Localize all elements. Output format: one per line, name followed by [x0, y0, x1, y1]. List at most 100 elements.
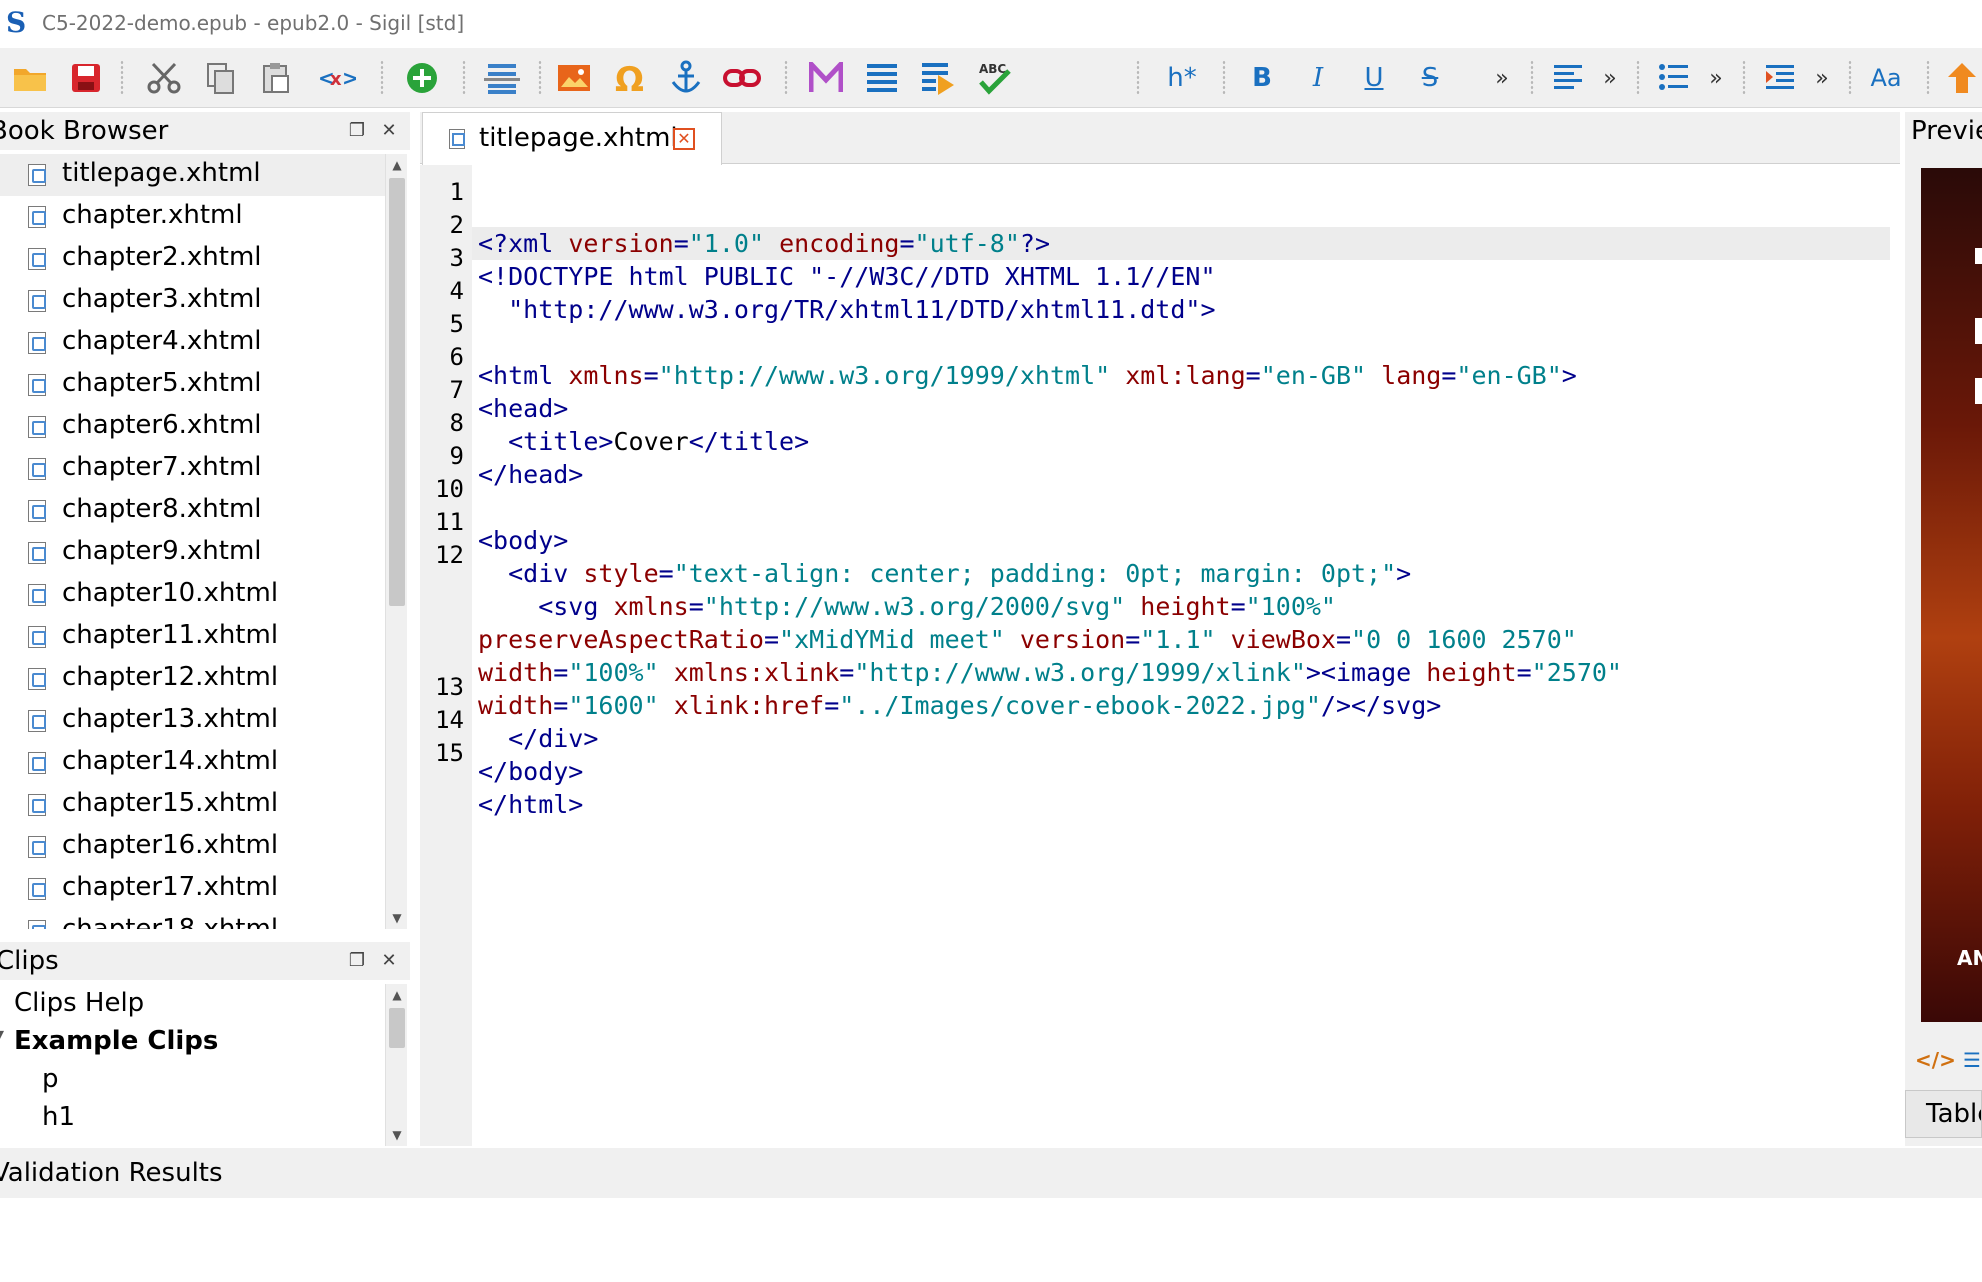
generate-toc-icon[interactable] [916, 56, 960, 100]
file-item[interactable]: chapter7.xhtml [0, 448, 385, 490]
svg-text:>: > [342, 66, 356, 90]
close-panel-icon[interactable]: ✕ [378, 950, 400, 972]
align-left-icon[interactable] [1546, 56, 1590, 100]
save-icon[interactable] [64, 56, 108, 100]
scroll-down-icon[interactable]: ▼ [386, 907, 408, 929]
float-panel-icon[interactable]: ❐ [346, 120, 368, 142]
toolbar-grip[interactable] [538, 60, 542, 96]
file-item[interactable]: chapter6.xhtml [0, 406, 385, 448]
split-marker-icon[interactable] [480, 56, 524, 100]
toolbar-grip[interactable] [1848, 60, 1852, 96]
arrow-up-icon[interactable] [1940, 56, 1982, 100]
file-name: chapter.xhtml [62, 200, 243, 230]
file-item[interactable]: chapter5.xhtml [0, 364, 385, 406]
spellcheck-icon[interactable]: ABC [972, 56, 1016, 100]
clips-help-item[interactable]: Clips Help [14, 988, 144, 1018]
file-item[interactable]: chapter17.xhtml [0, 868, 385, 910]
file-item[interactable]: chapter4.xhtml [0, 322, 385, 364]
paste-icon[interactable] [254, 56, 298, 100]
cover-text-fragment [1975, 318, 1982, 344]
file-item[interactable]: chapter15.xhtml [0, 784, 385, 826]
toolbar-grip[interactable] [1742, 60, 1746, 96]
file-list-scrollbar[interactable]: ▲ ▼ [385, 154, 407, 929]
code-editor[interactable]: <?xml version="1.0" encoding="utf-8"?> <!… [472, 165, 1900, 1146]
underline-button[interactable]: U [1352, 56, 1396, 100]
scrollbar-thumb[interactable] [389, 178, 405, 606]
file-name: chapter7.xhtml [62, 452, 262, 482]
tab-titlepage[interactable]: titlepage.xhtml ✕ [422, 112, 722, 165]
file-item[interactable]: chapter10.xhtml [0, 574, 385, 616]
insert-special-char-icon[interactable]: Ω [608, 56, 652, 100]
float-panel-icon[interactable]: ❐ [346, 950, 368, 972]
clips-scrollbar[interactable]: ▲ ▼ [385, 984, 407, 1146]
table-of-contents-icon[interactable] [860, 56, 904, 100]
code-line: </html> [478, 788, 583, 821]
file-item[interactable]: chapter18.xhtml [0, 910, 385, 929]
clip-item-h1[interactable]: h1 [42, 1102, 75, 1132]
scroll-up-icon[interactable]: ▲ [386, 984, 408, 1006]
file-item[interactable]: chapter14.xhtml [0, 742, 385, 784]
toolbar-grip[interactable] [462, 60, 466, 96]
toolbar-grip[interactable] [1926, 60, 1930, 96]
code-token: "1600" [568, 691, 674, 720]
file-item[interactable]: chapter9.xhtml [0, 532, 385, 574]
add-file-icon[interactable] [400, 56, 444, 100]
anchor-icon[interactable] [664, 56, 708, 100]
file-item[interactable]: chapter16.xhtml [0, 826, 385, 868]
file-item[interactable]: chapter2.xhtml [0, 238, 385, 280]
toolbar-grip[interactable] [1222, 60, 1226, 96]
file-item[interactable]: chapter3.xhtml [0, 280, 385, 322]
line-number: 15 [435, 739, 464, 767]
cover-text-fragment [1975, 378, 1982, 404]
toolbar-grip[interactable] [1530, 60, 1534, 96]
code-token: > [1396, 559, 1412, 588]
clip-item-p[interactable]: p [42, 1064, 59, 1094]
list-icon[interactable]: ☰ [1963, 1048, 1981, 1072]
close-tab-icon[interactable]: ✕ [673, 128, 695, 150]
toolbar-grip[interactable] [784, 60, 788, 96]
toolbar-grip[interactable] [380, 60, 384, 96]
example-clips-folder[interactable]: Example Clips [14, 1026, 218, 1056]
xhtml-file-icon [28, 584, 46, 606]
open-folder-icon[interactable] [8, 56, 52, 100]
file-item[interactable]: chapter12.xhtml [0, 658, 385, 700]
more-formatting-button[interactable]: » [1480, 56, 1524, 100]
scroll-up-icon[interactable]: ▲ [386, 154, 408, 176]
toolbar-grip[interactable] [120, 60, 124, 96]
more-indent-button[interactable]: » [1800, 56, 1844, 100]
validation-header: Validation Results [0, 1148, 1982, 1198]
strikethrough-button[interactable]: S [1408, 56, 1452, 100]
italic-button[interactable]: I [1296, 56, 1340, 100]
scrollbar-thumb[interactable] [389, 1008, 405, 1048]
code-token: /></svg> [1320, 691, 1442, 720]
code-token: = [899, 229, 915, 258]
cover-preview-image: AN [1921, 168, 1982, 1022]
close-panel-icon[interactable]: ✕ [378, 120, 400, 142]
inspect-code-icon[interactable]: </> [1915, 1048, 1956, 1072]
cut-icon[interactable] [142, 56, 186, 100]
heading-dropdown[interactable]: h* [1160, 56, 1204, 100]
file-item[interactable]: titlepage.xhtml [0, 154, 385, 196]
text-case-dropdown[interactable]: Aa [1864, 56, 1908, 100]
code-line: preserveAspectRatio="xMidYMid meet" vers… [478, 623, 1577, 656]
toolbar-grip[interactable] [1136, 60, 1140, 96]
bold-button[interactable]: B [1240, 56, 1284, 100]
indent-icon[interactable] [1758, 56, 1802, 100]
metadata-editor-icon[interactable] [804, 56, 848, 100]
file-item[interactable]: chapter.xhtml [0, 196, 385, 238]
more-align-button[interactable]: » [1588, 56, 1632, 100]
expand-arrow-icon[interactable]: ▾ [0, 1024, 4, 1043]
insert-id-icon[interactable]: < x > [314, 56, 358, 100]
tab-table-of-contents[interactable]: Table [1905, 1090, 1982, 1138]
file-item[interactable]: chapter8.xhtml [0, 490, 385, 532]
bullet-list-icon[interactable] [1652, 56, 1696, 100]
insert-link-icon[interactable] [720, 56, 764, 100]
file-item[interactable]: chapter13.xhtml [0, 700, 385, 742]
scroll-down-icon[interactable]: ▼ [386, 1124, 408, 1146]
file-item[interactable]: chapter11.xhtml [0, 616, 385, 658]
file-name: chapter6.xhtml [62, 410, 262, 440]
insert-image-icon[interactable] [552, 56, 596, 100]
more-list-button[interactable]: » [1694, 56, 1738, 100]
copy-icon[interactable] [198, 56, 242, 100]
toolbar-grip[interactable] [1636, 60, 1640, 96]
